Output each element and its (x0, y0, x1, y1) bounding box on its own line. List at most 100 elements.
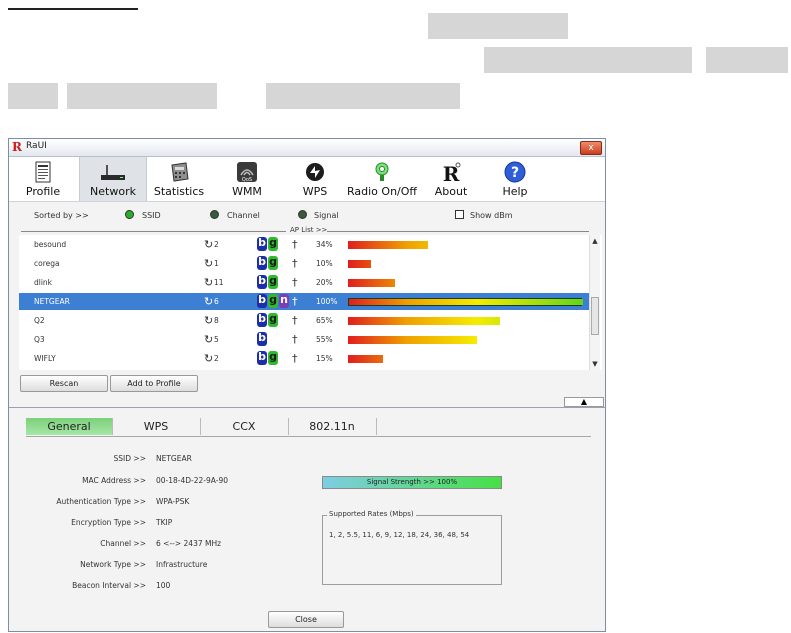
network-type-value: Infrastructure (156, 560, 208, 569)
channel-icon: ↻ (204, 352, 214, 365)
toolbar-radio-on-off[interactable]: Radio On/Off (345, 157, 419, 201)
ap-signal-percent: 65% (316, 316, 333, 325)
sort-channel-radio[interactable] (210, 210, 219, 219)
section-divider (9, 407, 605, 408)
collapse-toggle[interactable]: ▲ (564, 397, 604, 407)
signal-bar (348, 336, 582, 344)
channel-icon: ↻ (204, 276, 214, 289)
scroll-thumb[interactable] (591, 297, 599, 335)
ap-list-scrollbar[interactable]: ▲ ▼ (589, 235, 600, 370)
title-bar[interactable]: R RaUI x (9, 139, 605, 157)
ap-signal-percent: 15% (316, 354, 333, 363)
signal-strength-bar: Signal Strength >> 100% (322, 476, 502, 489)
toolbar-label-help: Help (502, 185, 528, 198)
signal-bar-fill (348, 260, 371, 268)
svg-text:R: R (443, 162, 460, 183)
security-key-icon: † (292, 352, 298, 365)
ap-channel: 6 (214, 297, 219, 306)
signal-bar (348, 317, 582, 325)
signal-bar-fill (348, 279, 395, 287)
signal-bar-fill (348, 336, 477, 344)
ap-ssid: Q2 (34, 316, 45, 325)
show-dbm-checkbox[interactable] (455, 210, 464, 219)
ap-signal-percent: 100% (316, 297, 338, 306)
sort-signal-label: Signal (314, 211, 339, 220)
supported-rates-values: 1, 2, 5.5, 11, 6, 9, 12, 18, 24, 36, 48,… (329, 531, 470, 539)
ap-list-row[interactable]: NETGEAR ↻ 6 b g n † 100% (19, 293, 592, 310)
about-icon: R (443, 162, 461, 183)
ap-list-row[interactable]: Q2 ↻ 8 b g † 65% (19, 312, 592, 329)
window-close-button[interactable]: x (580, 141, 602, 155)
toolbar-label-profile: Profile (25, 185, 61, 198)
window-title: RaUI (26, 141, 47, 151)
raui-window: R RaUI x Profile Network Statistics QoS … (8, 138, 606, 632)
sort-signal-radio[interactable] (298, 210, 307, 219)
scroll-down-icon[interactable]: ▼ (590, 360, 600, 368)
tab-ccx[interactable]: CCX (200, 418, 289, 435)
mode-b-icon: b (257, 331, 267, 346)
security-key-icon: † (292, 314, 298, 327)
sort-ssid-radio[interactable] (125, 210, 134, 219)
mode-n-icon: n (279, 293, 289, 308)
security-key-icon: † (292, 276, 298, 289)
channel-icon: ↻ (204, 333, 214, 346)
toolbar-label-network: Network (90, 185, 136, 198)
tab-wps[interactable]: WPS (112, 418, 201, 435)
network-icon (101, 165, 125, 180)
sort-ssid-label: SSID (142, 211, 161, 220)
ap-list-row[interactable]: dlink ↻ 11 b g † 20% (19, 274, 592, 291)
beacon-interval-label: Beacon Interval >> (72, 581, 146, 590)
signal-bar-fill (348, 355, 383, 363)
ap-list-row[interactable]: corega ↻ 1 b g † 10% (19, 255, 592, 272)
tab-802-11n[interactable]: 802.11n (288, 418, 377, 435)
ralink-logo-icon: R (12, 140, 22, 154)
toolbar-label-wps: WPS (302, 185, 328, 198)
encryption-type-label: Encryption Type >> (71, 518, 146, 527)
ap-signal-percent: 10% (316, 259, 333, 268)
toolbar-wps[interactable]: WPS (295, 157, 335, 201)
toolbar-label-about: About (434, 185, 468, 198)
toolbar-profile[interactable]: Profile (19, 157, 67, 201)
ap-list-row[interactable]: besound ↻ 2 b g † 34% (19, 236, 592, 253)
toolbar-about[interactable]: R About (431, 157, 471, 201)
add-to-profile-button[interactable]: Add to Profile (110, 375, 198, 392)
tab-general[interactable]: General (26, 418, 113, 435)
rescan-button[interactable]: Rescan (20, 375, 108, 392)
ap-list-row[interactable]: Q3 ↻ 5 b † 55% (19, 331, 592, 348)
scroll-up-icon[interactable]: ▲ (590, 237, 600, 245)
wps-icon (306, 163, 324, 181)
redacted-text-block (484, 47, 692, 73)
toolbar-help[interactable]: ? Help (497, 157, 533, 201)
encryption-type-value: TKIP (156, 518, 173, 527)
toolbar-network[interactable]: Network (79, 157, 147, 201)
beacon-interval-value: 100 (156, 581, 171, 590)
toolbar-statistics[interactable]: Statistics (151, 157, 207, 201)
radio-icon (375, 162, 389, 181)
mac-address-value: 00-18-4D-22-9A-90 (156, 476, 228, 485)
security-key-icon: † (292, 238, 298, 251)
ap-channel: 8 (214, 316, 219, 325)
ap-list-row[interactable]: WIFLY ↻ 2 b g † 15% (19, 350, 592, 367)
ap-ssid: Q3 (34, 335, 45, 344)
ap-signal-percent: 55% (316, 335, 333, 344)
redacted-text-block (706, 47, 788, 73)
close-button[interactable]: Close (268, 611, 344, 628)
svg-text:QoS: QoS (242, 177, 252, 183)
security-key-icon: † (292, 295, 298, 308)
ap-ssid: corega (34, 259, 60, 268)
toolbar-label-wmm: WMM (232, 185, 262, 198)
detail-tabs: General WPS CCX 802.11n (26, 418, 591, 437)
ap-channel: 2 (214, 240, 219, 249)
channel-value: 6 <--> 2437 MHz (156, 539, 222, 548)
ssid-label: SSID >> (113, 454, 146, 463)
ap-list[interactable]: besound ↻ 2 b g † 34% corega ↻ 1 b g † 10% dlink ↻ 11 b g †… (19, 235, 602, 370)
security-key-icon: † (292, 333, 298, 346)
help-icon: ? (504, 161, 526, 183)
mode-g-icon: g (268, 274, 278, 289)
channel-icon: ↻ (204, 238, 214, 251)
mode-g-icon: g (268, 236, 278, 251)
toolbar-wmm[interactable]: QoS WMM (225, 157, 269, 201)
toolbar-label-radio: Radio On/Off (347, 185, 417, 198)
signal-bar (348, 279, 582, 287)
mode-g-icon: g (268, 350, 278, 365)
